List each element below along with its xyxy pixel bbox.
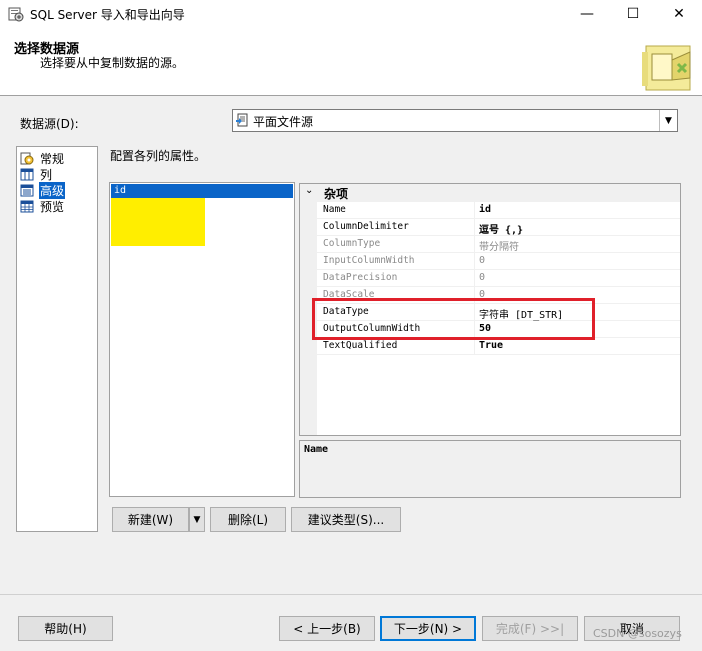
close-button[interactable]: ✕ xyxy=(656,0,702,28)
columns-icon xyxy=(20,168,34,180)
collapse-icon[interactable]: ⌄ xyxy=(305,185,313,196)
wizard-header: 选择数据源 选择要从中复制数据的源。 xyxy=(0,28,702,96)
property-value[interactable]: 逗号 {,} xyxy=(479,221,523,236)
nav-label-advanced: 高级 xyxy=(39,181,66,199)
window-title: SQL Server 导入和导出向导 xyxy=(30,8,185,22)
datasource-label: 数据源(D): xyxy=(20,117,79,131)
minimize-button[interactable]: — xyxy=(564,0,610,28)
description-title: Name xyxy=(304,444,329,455)
chevron-down-icon[interactable]: ▼ xyxy=(659,110,677,131)
annotation-box xyxy=(312,298,595,340)
property-name: ColumnType xyxy=(323,238,381,249)
nav-item-columns[interactable]: 列 xyxy=(20,166,53,182)
datasource-select[interactable]: 平面文件源 ▼ xyxy=(232,109,678,132)
list-item-selected[interactable]: id xyxy=(111,184,293,198)
nav-item-advanced[interactable]: 高级 xyxy=(20,181,66,199)
general-icon xyxy=(20,152,34,164)
property-value: 0 xyxy=(479,255,486,266)
property-row-dataprecision[interactable]: DataPrecision 0 xyxy=(317,270,680,287)
property-row-textqualified[interactable]: TextQualified True xyxy=(317,338,680,355)
preview-icon xyxy=(20,200,34,212)
advanced-icon xyxy=(20,184,34,196)
redaction-highlight xyxy=(111,198,205,246)
next-button[interactable]: 下一步(N) > xyxy=(380,616,476,641)
property-name: TextQualified xyxy=(323,340,398,351)
watermark: CSDN @sosozys xyxy=(593,627,682,640)
property-value: 带分隔符 xyxy=(479,242,519,253)
property-name: InputColumnWidth xyxy=(323,255,415,266)
property-value[interactable]: True xyxy=(479,340,503,351)
wizard-nav: 常规 列 高级 预览 xyxy=(16,146,98,532)
title-bar: SQL Server 导入和导出向导 — ☐ ✕ xyxy=(0,0,702,28)
chevron-down-icon[interactable]: ▼ xyxy=(189,507,205,532)
delete-column-button[interactable]: 删除(L) xyxy=(210,507,286,532)
property-row-columndelimiter[interactable]: ColumnDelimiter 逗号 {,} xyxy=(317,219,680,236)
property-name: DataPrecision xyxy=(323,272,398,283)
property-name: Name xyxy=(323,204,346,215)
column-list[interactable]: id xyxy=(109,182,295,497)
nav-label-columns: 列 xyxy=(40,167,53,182)
nav-label-general: 常规 xyxy=(40,151,65,166)
page-subtitle: 选择要从中复制数据的源。 xyxy=(40,56,185,70)
property-name: ColumnDelimiter xyxy=(323,221,409,232)
property-category-label: 杂项 xyxy=(324,187,349,201)
nav-item-general[interactable]: 常规 xyxy=(20,150,65,166)
config-instruction: 配置各列的属性。 xyxy=(110,149,207,163)
maximize-button[interactable]: ☐ xyxy=(610,0,656,28)
help-button[interactable]: 帮助(H) xyxy=(18,616,113,641)
footer-separator xyxy=(0,594,702,595)
property-category[interactable]: ⌄ 杂项 xyxy=(300,184,680,202)
finish-button: 完成(F) >>| xyxy=(482,616,578,641)
datasource-value: 平面文件源 xyxy=(253,115,314,129)
wizard-logo-icon xyxy=(642,45,691,91)
nav-label-preview: 预览 xyxy=(40,199,65,214)
property-row-columntype[interactable]: ColumnType 带分隔符 xyxy=(317,236,680,253)
property-description: Name xyxy=(299,440,681,498)
new-column-button[interactable]: 新建(W) xyxy=(112,507,189,532)
property-value[interactable]: id xyxy=(479,204,491,215)
app-icon xyxy=(8,7,24,22)
flat-file-icon xyxy=(236,113,248,127)
back-button[interactable]: < 上一步(B) xyxy=(279,616,375,641)
property-value: 0 xyxy=(479,272,486,283)
property-row-inputcolumnwidth[interactable]: InputColumnWidth 0 xyxy=(317,253,680,270)
suggest-types-button[interactable]: 建议类型(S)... xyxy=(291,507,401,532)
nav-item-preview[interactable]: 预览 xyxy=(20,198,65,214)
property-row-name[interactable]: Name id xyxy=(317,202,680,219)
